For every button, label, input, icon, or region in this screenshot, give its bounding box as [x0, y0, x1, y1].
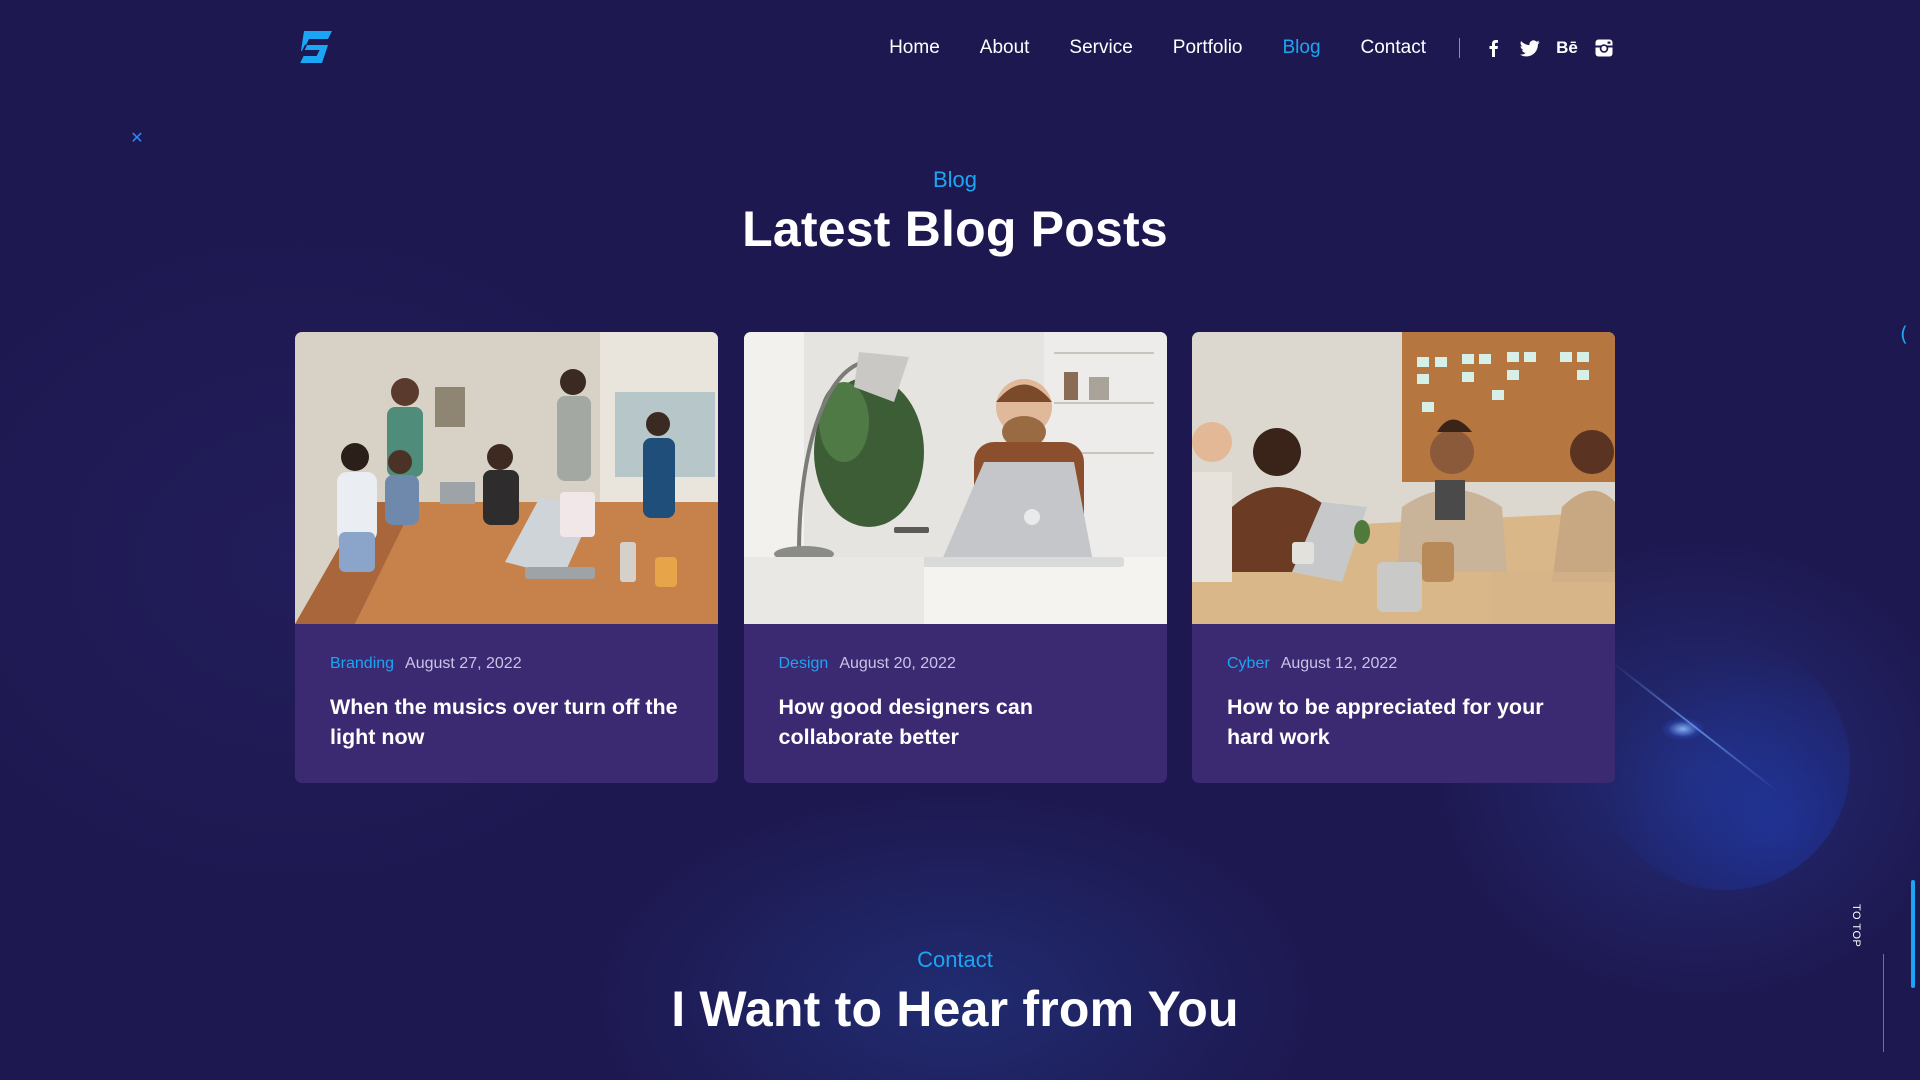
- nav-item-blog[interactable]: Blog: [1282, 25, 1320, 71]
- post-meta: Cyber August 12, 2022: [1227, 655, 1580, 673]
- nav-item-portfolio[interactable]: Portfolio: [1173, 25, 1243, 71]
- blog-card-body: Cyber August 12, 2022 How to be apprecia…: [1192, 624, 1615, 752]
- blog-card[interactable]: Cyber August 12, 2022 How to be apprecia…: [1192, 332, 1615, 783]
- post-category-link[interactable]: Design: [779, 655, 829, 673]
- lens-flare-decoration: [1600, 640, 1850, 890]
- contact-eyebrow: Contact: [917, 947, 993, 972]
- nav-item-home[interactable]: Home: [889, 25, 940, 71]
- to-top-label: TO TOP: [1850, 904, 1862, 948]
- post-meta: Design August 20, 2022: [779, 655, 1132, 673]
- site-header: Home About Service Portfolio Blog Contac…: [295, 25, 1615, 71]
- main-navigation: Home About Service Portfolio Blog Contac…: [849, 25, 1615, 71]
- blog-card[interactable]: Design August 20, 2022 How good designer…: [743, 332, 1167, 783]
- lens-flare-ray: [1611, 661, 1779, 793]
- facebook-icon[interactable]: [1482, 37, 1504, 59]
- nav-menu: Home About Service Portfolio Blog Contac…: [849, 25, 1426, 71]
- to-top-button[interactable]: TO TOP: [1850, 880, 1896, 1060]
- post-title[interactable]: How to be appreciated for your hard work: [1227, 692, 1580, 752]
- nav-item-about[interactable]: About: [980, 25, 1030, 71]
- blog-eyebrow: Blog: [932, 167, 978, 192]
- instagram-icon[interactable]: [1593, 37, 1615, 59]
- twitter-icon[interactable]: [1519, 37, 1541, 59]
- post-category-link[interactable]: Branding: [330, 655, 394, 673]
- designer-laptop-photo[interactable]: [743, 332, 1167, 624]
- blog-section-title: Latest Blog Posts: [742, 201, 1168, 257]
- scroll-progress-bar[interactable]: [1911, 880, 1915, 988]
- behance-icon[interactable]: Bē: [1556, 37, 1578, 59]
- post-date: August 27, 2022: [405, 655, 522, 672]
- post-meta: Branding August 27, 2022: [330, 655, 683, 673]
- blog-card-body: Design August 20, 2022 How good designer…: [744, 624, 1167, 752]
- social-links: Bē: [1482, 37, 1615, 59]
- office-discussion-photo[interactable]: [1192, 332, 1615, 624]
- team-meeting-photo[interactable]: [295, 332, 718, 624]
- lens-flare-core: [1662, 718, 1704, 740]
- blog-card[interactable]: Branding August 27, 2022 When the musics…: [295, 332, 718, 783]
- brand-logo[interactable]: [295, 29, 337, 67]
- post-category-link[interactable]: Cyber: [1227, 655, 1270, 673]
- blog-post-list: Branding August 27, 2022 When the musics…: [295, 332, 1615, 783]
- side-decoration-icon: (: [1900, 322, 1908, 346]
- blog-card-body: Branding August 27, 2022 When the musics…: [295, 624, 718, 752]
- sparkle-icon: ✕: [130, 128, 144, 147]
- post-date: August 12, 2022: [1280, 655, 1398, 672]
- nav-item-contact[interactable]: Contact: [1361, 25, 1426, 71]
- post-date: August 20, 2022: [839, 655, 956, 672]
- nav-item-service[interactable]: Service: [1069, 25, 1132, 71]
- nav-divider: [1459, 38, 1460, 58]
- contact-section-title: I Want to Hear from You: [671, 981, 1239, 1037]
- to-top-line: [1883, 954, 1884, 1052]
- post-title[interactable]: When the musics over turn off the light …: [330, 692, 683, 752]
- post-title[interactable]: How good designers can collaborate bette…: [779, 692, 1132, 752]
